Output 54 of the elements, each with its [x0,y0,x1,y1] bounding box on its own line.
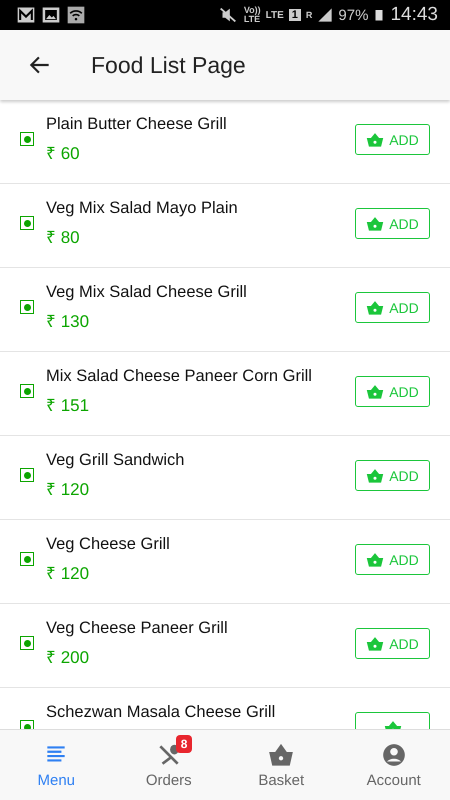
basket-icon [268,742,294,768]
basket-icon [366,466,384,484]
count-badge: 8 [176,734,192,752]
basket-icon [366,382,384,400]
volte-label: LTE [244,15,261,24]
food-name: Schezwan Masala Cheese Grill [46,703,276,722]
veg-icon [20,468,34,482]
food-price: ₹ 120 [46,479,90,500]
nav-tab[interactable]: 8 Orders [112,730,225,800]
add-button[interactable]: ADD [355,376,430,407]
basket-icon [366,550,384,568]
veg-icon [20,384,34,398]
add-button[interactable]: ADD [355,292,430,323]
nav-tab[interactable]: Account [338,730,450,800]
food-name: Veg Grill Sandwich [46,451,186,470]
basket-icon [366,214,384,232]
add-button[interactable]: ADD [355,124,430,155]
add-button[interactable]: ADD [355,460,430,491]
nav-tab[interactable]: Basket [225,730,338,800]
page-title: Food List Page [91,52,246,78]
account-icon [380,742,407,768]
roaming-label: R [306,10,312,20]
lte-label: LTE [266,10,284,20]
image-icon [41,5,61,25]
battery-percent: 97% [338,6,368,24]
sim-label: 1 [288,9,301,21]
wifi-icon [66,5,86,25]
add-button[interactable]: ADD [355,628,430,659]
clock: 14:43 [390,4,438,26]
veg-icon [20,300,34,314]
mail-icon [16,5,36,25]
food-name: Veg Mix Salad Cheese Grill [46,283,248,302]
volte-label: Vo)) [244,6,261,15]
food-price: ₹ 200 [46,647,90,668]
food-name: Plain Butter Cheese Grill [46,115,228,134]
food-price: ₹ 120 [46,563,90,584]
nav-tab[interactable]: Menu [0,730,112,800]
veg-icon [20,552,34,566]
veg-icon [20,132,34,146]
add-button[interactable]: ADD [355,208,430,239]
food-price: ₹ 60 [46,143,81,164]
veg-icon [20,216,34,230]
basket-icon [366,130,384,148]
food-name: Veg Cheese Paneer Grill [46,619,229,638]
basket-icon [366,634,384,652]
basket-icon [366,298,384,316]
food-price: ₹ 80 [46,227,81,248]
food-name: Veg Cheese Grill [46,535,171,554]
veg-icon [20,636,34,650]
food-price: ₹ 151 [46,395,90,416]
add-button[interactable]: ADD [355,544,430,575]
food-name: Mix Salad Cheese Paneer Corn Grill [46,367,313,386]
food-name: Veg Mix Salad Mayo Plain [46,199,239,218]
food-price: ₹ 130 [46,311,90,332]
